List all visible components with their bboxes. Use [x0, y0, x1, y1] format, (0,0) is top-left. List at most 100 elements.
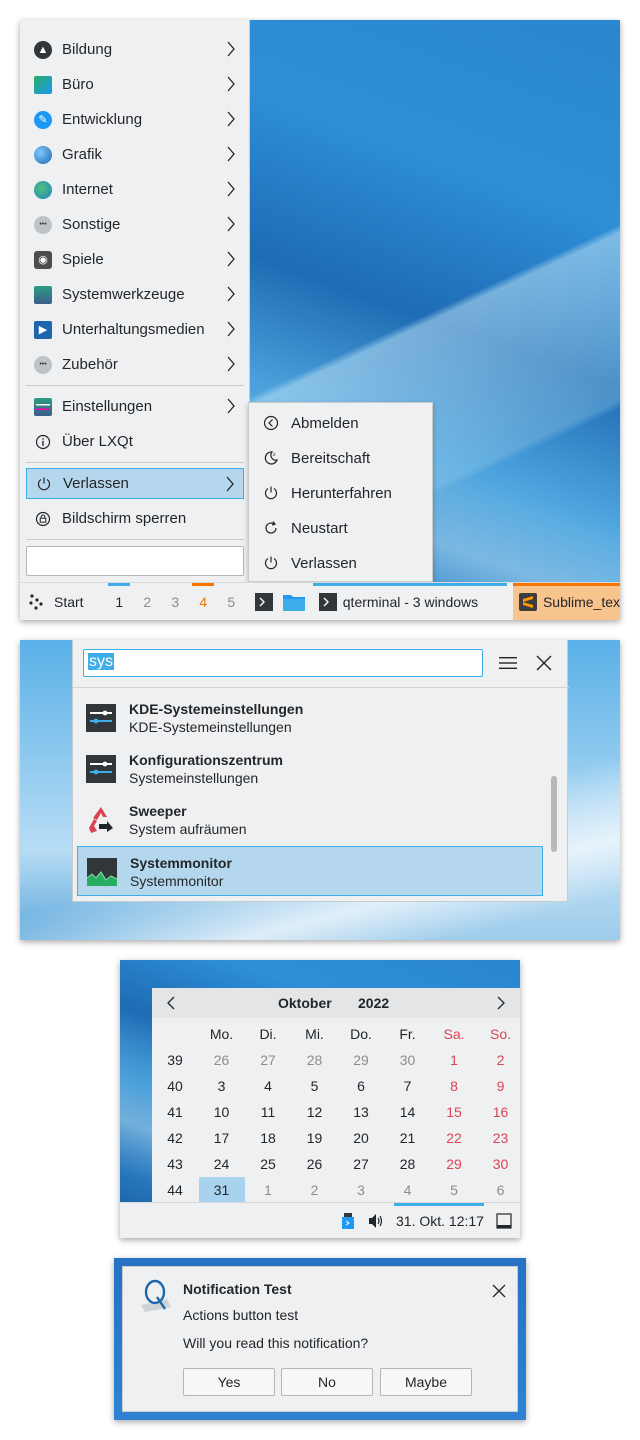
- yes-button[interactable]: Yes: [183, 1368, 275, 1396]
- calendar-day[interactable]: 4: [385, 1177, 431, 1203]
- calendar-day[interactable]: 1: [431, 1047, 477, 1073]
- calendar-day[interactable]: 17: [199, 1125, 245, 1151]
- calendar-day[interactable]: 6: [338, 1073, 384, 1099]
- calendar-day[interactable]: 22: [431, 1125, 477, 1151]
- runner-search-input[interactable]: sys: [83, 649, 483, 677]
- desktop-switch-2[interactable]: 2: [133, 583, 161, 621]
- menu-item-leave[interactable]: Verlassen: [26, 468, 244, 499]
- clock[interactable]: 31. Okt. 12:17: [396, 1213, 484, 1229]
- menu-item-multimedia[interactable]: ▶ Unterhaltungsmedien: [26, 314, 244, 345]
- calendar-day[interactable]: 27: [338, 1151, 384, 1177]
- menu-item-label: Grafik: [62, 146, 103, 163]
- chevron-right-icon[interactable]: [494, 995, 508, 1011]
- development-icon: ✎: [34, 110, 52, 129]
- result-item-selected[interactable]: Systemmonitor Systemmonitor: [77, 846, 543, 896]
- menu-item-graphics[interactable]: Grafik: [26, 139, 244, 170]
- calendar-day[interactable]: 18: [245, 1125, 291, 1151]
- calendar-day[interactable]: 30: [478, 1151, 521, 1177]
- calendar-day[interactable]: 5: [292, 1073, 338, 1099]
- maybe-button[interactable]: Maybe: [380, 1368, 472, 1396]
- notification-popup: Notification Test Actions button test Wi…: [122, 1266, 518, 1412]
- show-desktop-icon[interactable]: [496, 1213, 512, 1229]
- submenu-item[interactable]: z Bereitschaft: [255, 443, 425, 473]
- calendar-day[interactable]: 10: [199, 1099, 245, 1125]
- chevron-left-icon[interactable]: [164, 995, 178, 1011]
- task-qterminal[interactable]: qterminal - 3 windows: [312, 582, 507, 621]
- calendar-day[interactable]: 28: [292, 1047, 338, 1073]
- calendar-day[interactable]: 29: [431, 1151, 477, 1177]
- removable-drive-icon[interactable]: [342, 1213, 354, 1229]
- menu-search-input[interactable]: [26, 546, 244, 576]
- calendar-day[interactable]: 31: [198, 1177, 245, 1203]
- reboot-icon: [265, 521, 277, 534]
- education-icon: ▲: [34, 40, 52, 59]
- calendar-day[interactable]: 26: [292, 1151, 338, 1177]
- quicklaunch-terminal[interactable]: [249, 583, 279, 621]
- calendar-year[interactable]: 2022: [358, 995, 389, 1011]
- calendar-day[interactable]: 3: [199, 1073, 245, 1099]
- hamburger-menu-icon[interactable]: [497, 652, 519, 674]
- desktop-switch-3[interactable]: 3: [161, 583, 189, 621]
- calendar-day[interactable]: 7: [385, 1073, 431, 1099]
- menu-item-development[interactable]: ✎ Entwicklung: [26, 104, 244, 135]
- menu-item-games[interactable]: ◉ Spiele: [26, 244, 244, 275]
- calendar-day[interactable]: 15: [431, 1099, 477, 1125]
- calendar-day[interactable]: 4: [245, 1073, 291, 1099]
- calendar-day[interactable]: 14: [385, 1099, 431, 1125]
- calendar-day[interactable]: 29: [338, 1047, 384, 1073]
- chevron-right-icon: [227, 181, 235, 197]
- calendar-day[interactable]: 3: [338, 1177, 384, 1203]
- desktop-switch-4[interactable]: 4: [189, 582, 217, 621]
- close-icon[interactable]: [491, 1283, 507, 1299]
- menu-item-about[interactable]: Über LXQt: [26, 426, 244, 457]
- desktop-switch-1[interactable]: 1: [105, 582, 133, 621]
- calendar-day[interactable]: 25: [245, 1151, 291, 1177]
- calendar-day[interactable]: 24: [199, 1151, 245, 1177]
- close-icon[interactable]: [533, 652, 555, 674]
- menu-item-internet[interactable]: Internet: [26, 174, 244, 205]
- calendar-day[interactable]: 2: [478, 1047, 521, 1073]
- quicklaunch-file-manager[interactable]: [279, 583, 309, 621]
- scrollbar[interactable]: [551, 776, 557, 852]
- calendar-day[interactable]: 13: [338, 1099, 384, 1125]
- calendar-day[interactable]: 12: [292, 1099, 338, 1125]
- start-button[interactable]: Start: [28, 593, 99, 611]
- calendar-day[interactable]: 1: [245, 1177, 291, 1203]
- calendar-day[interactable]: 9: [478, 1073, 521, 1099]
- menu-item-accessories[interactable]: ••• Zubehör: [26, 349, 244, 380]
- calendar-day[interactable]: 23: [478, 1125, 521, 1151]
- submenu-item[interactable]: Herunterfahren: [255, 478, 425, 508]
- result-subtitle: Systemmonitor: [130, 873, 224, 889]
- calendar-day[interactable]: 30: [385, 1047, 431, 1073]
- calendar-day[interactable]: 19: [292, 1125, 338, 1151]
- calendar-day[interactable]: 28: [385, 1151, 431, 1177]
- calendar-day[interactable]: 5: [431, 1177, 477, 1203]
- task-sublime-text[interactable]: Sublime_text: [512, 582, 620, 620]
- desktop-switch-5[interactable]: 5: [217, 583, 245, 621]
- menu-item-education[interactable]: ▲ Bildung: [26, 34, 244, 65]
- calendar-day[interactable]: 16: [478, 1099, 521, 1125]
- calendar-day[interactable]: 26: [199, 1047, 245, 1073]
- calendar-day[interactable]: 6: [478, 1177, 521, 1203]
- menu-item-settings[interactable]: Einstellungen: [26, 391, 244, 422]
- menu-item-other[interactable]: ••• Sonstige: [26, 209, 244, 240]
- calendar-day[interactable]: 11: [245, 1099, 291, 1125]
- calendar-day[interactable]: 21: [385, 1125, 431, 1151]
- submenu-item[interactable]: Abmelden: [255, 408, 425, 438]
- calendar-day[interactable]: 27: [245, 1047, 291, 1073]
- result-item[interactable]: Sweeper System aufräumen: [77, 795, 543, 845]
- menu-item-system-tools[interactable]: Systemwerkzeuge: [26, 279, 244, 310]
- result-item[interactable]: Konfigurationszentrum Systemeinstellunge…: [77, 744, 543, 794]
- calendar-day[interactable]: 2: [292, 1177, 338, 1203]
- calendar-day[interactable]: 20: [338, 1125, 384, 1151]
- no-button[interactable]: No: [281, 1368, 373, 1396]
- result-title: Sweeper: [129, 803, 187, 819]
- result-item[interactable]: KDE-Systemeinstellungen KDE-Systemeinste…: [77, 693, 543, 743]
- menu-item-office[interactable]: Büro: [26, 69, 244, 100]
- calendar-day[interactable]: 8: [431, 1073, 477, 1099]
- volume-icon[interactable]: [368, 1213, 384, 1229]
- submenu-item[interactable]: Verlassen: [255, 548, 425, 578]
- submenu-item[interactable]: Neustart: [255, 513, 425, 543]
- calendar-month[interactable]: Oktober: [278, 995, 332, 1011]
- menu-item-lock-screen[interactable]: Bildschirm sperren: [26, 503, 244, 534]
